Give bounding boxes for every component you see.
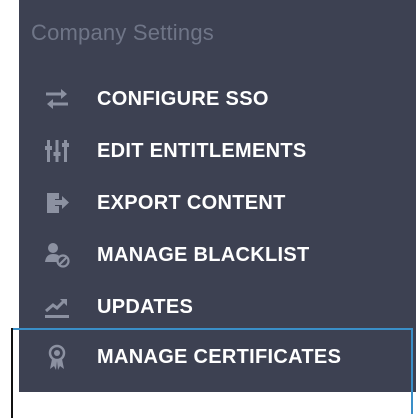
certificate-icon (43, 343, 71, 371)
menu-item-export-content[interactable]: EXPORT CONTENT (19, 177, 416, 229)
user-block-icon (43, 241, 71, 269)
menu-item-label: MANAGE BLACKLIST (97, 243, 310, 266)
menu-item-manage-blacklist[interactable]: MANAGE BLACKLIST (19, 229, 416, 281)
panel-header: Company Settings (31, 20, 214, 45)
menu-item-edit-entitlements[interactable]: EDIT ENTITLEMENTS (19, 125, 416, 177)
menu-item-updates[interactable]: UPDATES (19, 281, 416, 333)
menu-item-configure-sso[interactable]: CONFIGURE SSO (19, 73, 416, 125)
trend-chart-icon (43, 293, 71, 321)
company-settings-panel: Company Settings CONFIGURE SSO EDIT ENTI… (19, 0, 416, 392)
sliders-icon (43, 137, 71, 165)
menu-item-label: MANAGE CERTIFICATES (97, 345, 342, 368)
arrows-swap-icon (43, 85, 71, 113)
menu-item-label: CONFIGURE SSO (97, 87, 269, 110)
outline-edge (11, 328, 13, 418)
menu-item-label: UPDATES (97, 295, 194, 318)
menu-item-label: EXPORT CONTENT (97, 191, 286, 214)
menu-item-label: EDIT ENTITLEMENTS (97, 139, 307, 162)
export-icon (43, 189, 71, 217)
menu-item-manage-certificates[interactable]: MANAGE CERTIFICATES (19, 331, 416, 383)
